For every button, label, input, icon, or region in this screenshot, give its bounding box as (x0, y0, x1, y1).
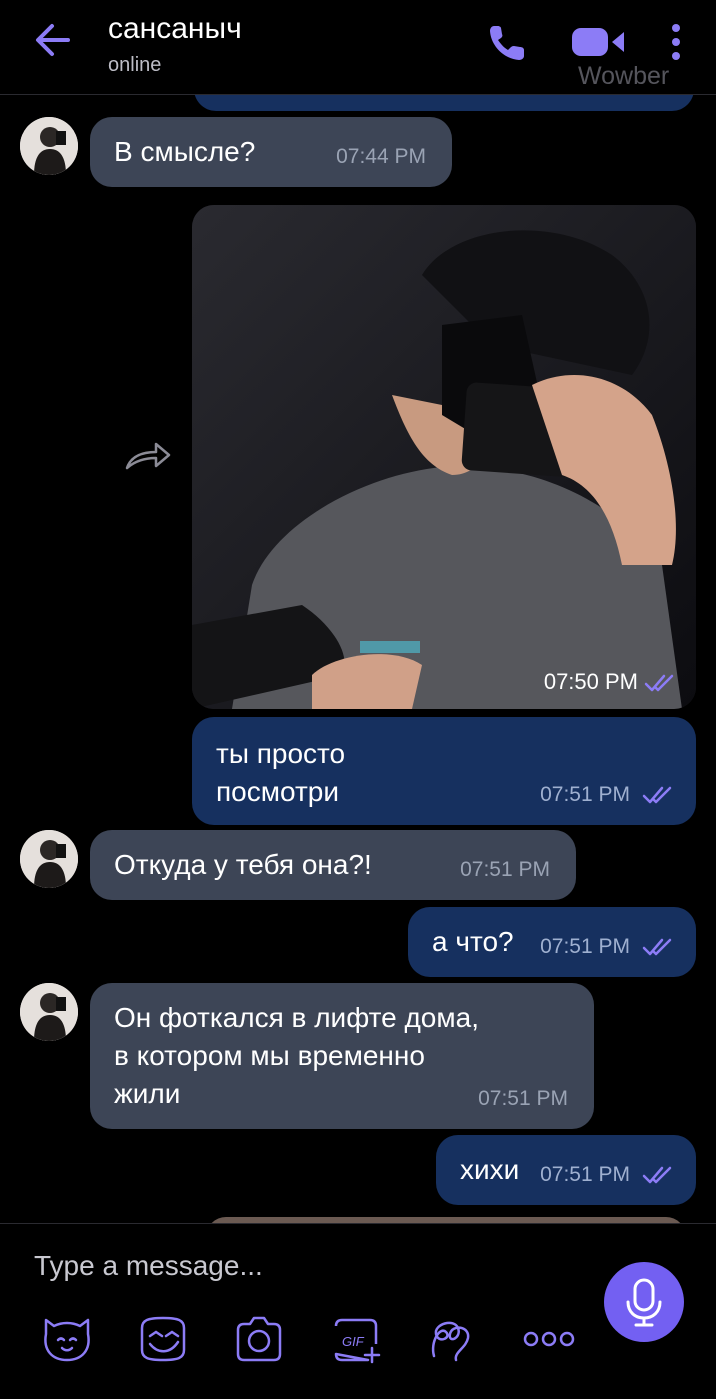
call-button[interactable] (486, 20, 530, 64)
message-text: Откуда у тебя она?! (114, 849, 372, 880)
avatar-photo (20, 830, 78, 888)
shared-photo (192, 205, 696, 709)
message-text: хихи (460, 1154, 520, 1185)
message-text: Он фоткался в лифте дома, в котором мы в… (114, 1002, 479, 1109)
previous-message-fragment (194, 95, 694, 111)
photo-message[interactable]: 07:50 PM (192, 205, 696, 709)
doodle-button[interactable] (424, 1312, 478, 1366)
message-time: 07:44 PM (336, 145, 426, 168)
message-input[interactable]: Type a message... (34, 1244, 554, 1288)
read-checkmarks-icon (642, 938, 672, 956)
contact-avatar[interactable] (20, 983, 78, 1041)
message-bubble-outgoing[interactable]: а что? 07:51 PM (408, 907, 696, 977)
message-time: 07:51 PM (540, 935, 630, 958)
doodle-icon (431, 1321, 470, 1362)
read-checkmarks-icon (642, 1166, 672, 1184)
contact-name[interactable]: сансаныч (108, 12, 242, 46)
camera-icon (236, 1316, 282, 1362)
forward-button[interactable] (124, 441, 172, 471)
more-menu-button[interactable] (664, 18, 688, 66)
chat-header: сансаныч online Wowber (0, 0, 716, 95)
camera-button[interactable] (232, 1312, 286, 1366)
message-bubble-outgoing[interactable]: ты просто посмотри 07:51 PM (192, 717, 696, 825)
read-checkmarks-icon (644, 674, 674, 692)
contact-status: online (108, 54, 162, 76)
message-bubble-outgoing[interactable]: хихи 07:51 PM (436, 1135, 696, 1205)
avatar-photo (20, 117, 78, 175)
message-bubble-incoming[interactable]: Он фоткался в лифте дома, в котором мы в… (90, 983, 594, 1129)
voice-message-button[interactable] (604, 1262, 684, 1342)
share-arrow-icon (125, 442, 171, 470)
message-time: 07:50 PM (543, 669, 638, 694)
back-button[interactable] (30, 20, 76, 60)
sticker-icon (44, 1318, 90, 1362)
video-camera-icon (572, 28, 624, 56)
message-bubble-incoming[interactable]: Откуда у тебя она?! 07:51 PM (90, 830, 576, 900)
back-arrow-icon (36, 24, 70, 56)
phone-icon (490, 26, 524, 60)
sticker-button[interactable] (40, 1312, 94, 1366)
message-bubble-incoming[interactable]: В смысле? 07:44 PM (90, 117, 452, 187)
vertical-dots-icon (672, 24, 680, 60)
message-time: 07:51 PM (540, 1163, 630, 1186)
emoji-icon (140, 1316, 186, 1362)
read-checkmarks-icon (642, 786, 672, 804)
message-composer: Type a message... GIF (0, 1223, 716, 1399)
microphone-icon (626, 1278, 662, 1327)
message-time: 07:51 PM (478, 1087, 568, 1110)
contact-avatar[interactable] (20, 117, 78, 175)
gif-icon: GIF (334, 1318, 381, 1364)
gif-button[interactable]: GIF (328, 1312, 382, 1366)
message-text: ты просто посмотри (216, 738, 346, 807)
message-text: а что? (432, 926, 514, 957)
message-text: В смысле? (114, 136, 256, 167)
more-options-button[interactable] (522, 1312, 576, 1366)
avatar-photo (20, 983, 78, 1041)
emoji-button[interactable] (136, 1312, 190, 1366)
message-list[interactable]: В смысле? 07:44 PM 07:50 PM ты просто по… (0, 95, 716, 1223)
watermark: Wowber (578, 62, 670, 90)
message-time: 07:51 PM (540, 783, 630, 806)
video-call-button[interactable] (570, 24, 626, 60)
message-time: 07:51 PM (460, 858, 550, 881)
more-options-icon (523, 1331, 575, 1347)
gif-label: GIF (342, 1334, 365, 1349)
contact-avatar[interactable] (20, 830, 78, 888)
